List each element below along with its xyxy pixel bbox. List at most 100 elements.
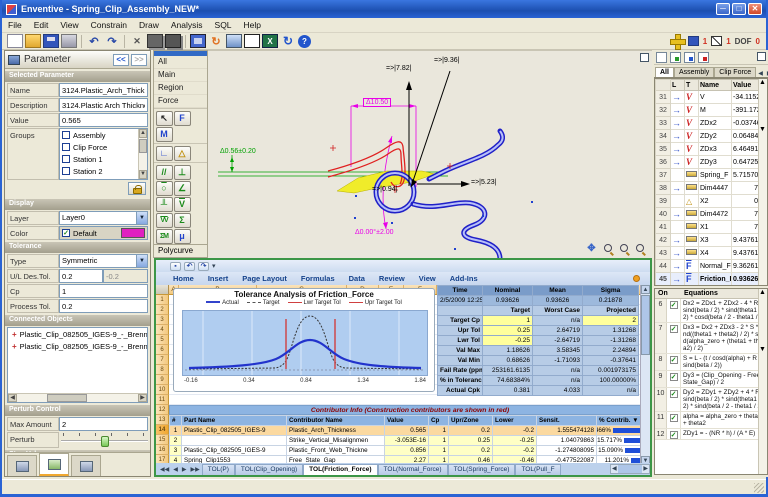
equation-enabled-checkbox[interactable]: ✓ <box>670 431 678 439</box>
chevron-down-icon[interactable]: ▼ <box>136 255 147 267</box>
undo-icon[interactable]: ↶ <box>184 262 195 271</box>
redo-icon[interactable]: ↷ <box>198 262 209 271</box>
sheet-tab[interactable]: TOL(Spring_Force) <box>448 464 516 475</box>
sheet-tab[interactable]: TOL(Friction_Force) <box>303 464 377 475</box>
group-checkbox[interactable] <box>62 167 70 175</box>
ground-tool[interactable]: ╨ <box>156 197 173 212</box>
sheet-tab[interactable]: TOL(Clip_Opening) <box>235 464 303 475</box>
worksheet-grid[interactable]: A B C D E F G H I J <box>156 285 650 465</box>
frame-icon[interactable] <box>244 34 260 48</box>
variable-row[interactable]: 38 Dim4447 7 <box>656 182 760 195</box>
vector-tool[interactable]: V <box>174 197 191 212</box>
group-list-item[interactable]: Station 1 <box>60 153 147 165</box>
connected-objects-scrollbar[interactable]: ◀ ▶ <box>8 393 147 402</box>
col-value[interactable]: Value <box>732 80 760 91</box>
zoom-window-icon[interactable] <box>617 242 630 254</box>
scroll-up-icon[interactable]: ▲ <box>139 129 147 138</box>
ribbon-tab[interactable]: Formulas <box>294 274 342 283</box>
sheet-tab[interactable]: TOL(Normal_Force) <box>378 464 448 475</box>
tab-parameter-view[interactable] <box>39 453 69 476</box>
scroll-up-icon[interactable]: ▲ <box>759 79 767 86</box>
equation-enabled-checkbox[interactable]: ✓ <box>670 390 678 398</box>
angle-tool[interactable]: ∠ <box>174 181 191 196</box>
stats-mean[interactable]: 0.93626 <box>533 296 583 306</box>
menu-file[interactable]: File <box>2 19 28 31</box>
protractor-tool[interactable]: △ <box>174 146 191 161</box>
sheet-horizontal-scrollbar[interactable]: ◀▶ <box>610 464 650 474</box>
ribbon-tab[interactable]: View <box>412 274 443 283</box>
help-icon[interactable] <box>298 35 311 48</box>
contributor-row[interactable]: 1 Plastic_Clip_082505_IGES-9 Plastic_Arc… <box>170 426 651 436</box>
equation-enabled-checkbox[interactable]: ✓ <box>670 356 678 364</box>
maximize-button[interactable]: □ <box>732 3 746 15</box>
variables-scrollbar[interactable]: ▲ ▼ <box>758 79 767 285</box>
name-field[interactable] <box>59 83 148 97</box>
palette-tab-region[interactable]: Region <box>154 82 207 95</box>
row-header[interactable]: 11 <box>156 395 169 405</box>
col-l[interactable]: L <box>671 80 685 91</box>
close-button[interactable]: ✕ <box>748 3 762 15</box>
perpendicular-tool[interactable]: ⊥ <box>174 165 191 180</box>
variable-row[interactable]: 33 ZDx2 -0.03746 <box>656 117 760 130</box>
scroll-right-icon[interactable]: ▶ <box>138 394 147 402</box>
equations-header-label[interactable]: Equations <box>681 289 721 298</box>
force-label-loop[interactable]: =>|0.94| <box>372 186 397 193</box>
pane-maximize-button[interactable] <box>757 52 766 61</box>
move-icon[interactable] <box>670 34 684 48</box>
max-amount-field[interactable] <box>59 417 148 431</box>
palette-tab-all[interactable]: All <box>154 56 207 69</box>
cut-icon[interactable] <box>129 34 145 48</box>
scroll-up-icon[interactable]: ▲ <box>759 289 767 296</box>
select-all-corner[interactable] <box>156 285 169 294</box>
force-label-up[interactable]: =>|7.82| <box>386 65 411 72</box>
tolerance-chart[interactable]: Tolerance Analysis of Friction_Force Act… <box>173 288 435 392</box>
menu-constrain[interactable]: Constrain <box>85 19 133 31</box>
tab-search-view[interactable] <box>71 455 101 476</box>
variable-row[interactable]: 32 M -391.172 <box>656 104 760 117</box>
variable-row[interactable]: 43 X4 9.43761 <box>656 247 760 260</box>
connected-object-item[interactable]: + Plastic_Clip_082505_IGES-9_-_Brenne <box>8 328 147 340</box>
connected-objects-list[interactable]: + Plastic_Clip_082505_IGES-9_-_Brenne + … <box>7 327 148 403</box>
first-sheet-icon[interactable]: ◀◀ <box>158 466 171 473</box>
variable-row[interactable]: 35 ZDx3 6.46491 <box>656 143 760 156</box>
menu-edit[interactable]: Edit <box>28 19 55 31</box>
thickness-dimension[interactable]: Δ0.56±0.20 <box>220 148 256 155</box>
equation-row[interactable]: 8 ✓ S = L - (t / cosd(alpha) + R * sind(… <box>655 354 767 371</box>
ribbon-tab[interactable]: Review <box>372 274 412 283</box>
ribbon-tab[interactable]: Insert <box>201 274 235 283</box>
palette-tab-force[interactable]: Force <box>154 95 207 108</box>
menu-draw[interactable]: Draw <box>133 19 165 31</box>
group-checkbox[interactable] <box>62 155 70 163</box>
row-header[interactable]: 2 <box>156 305 169 315</box>
force-tool[interactable]: F <box>174 111 191 126</box>
color-swatch[interactable] <box>121 228 145 238</box>
variable-row[interactable]: 37 Spring_F 5.71570 <box>656 169 760 182</box>
sum-moments-tool[interactable]: ΣM <box>156 229 173 244</box>
variable-row[interactable]: 41 X1 7 <box>656 221 760 234</box>
save-state-icon[interactable] <box>688 36 699 46</box>
angle-dimension[interactable]: Δ0.00°±2.00 <box>355 229 394 236</box>
scroll-down-icon[interactable]: ▼ <box>759 346 767 353</box>
chevron-down-icon[interactable]: ▼ <box>136 212 147 224</box>
open-icon[interactable] <box>25 34 41 48</box>
moment-tool[interactable]: M <box>156 127 173 142</box>
paste-icon[interactable] <box>165 34 181 48</box>
scroll-up-icon[interactable]: ▲ <box>641 285 650 294</box>
default-color-checkbox[interactable]: ✓ <box>62 229 70 237</box>
tolerance-type-dropdown[interactable]: Symmetric ▼ <box>59 254 148 268</box>
parallel-tool[interactable]: // <box>156 165 173 180</box>
ribbon-tab[interactable]: Data <box>342 274 372 283</box>
row-header[interactable]: 1 <box>156 295 169 305</box>
variable-row[interactable]: 42 X3 9.43761 <box>656 234 760 247</box>
tab-analysis-view[interactable] <box>7 455 37 476</box>
group-list-item[interactable]: Clip Force <box>60 141 147 153</box>
analysis-icon[interactable] <box>190 34 206 48</box>
pane-maximize-button[interactable] <box>640 53 649 62</box>
row-header[interactable]: 7 <box>156 355 169 365</box>
row-header[interactable]: 6 <box>156 345 169 355</box>
qat-more-icon[interactable]: ▾ <box>212 262 216 270</box>
row-header[interactable]: 3 <box>156 315 169 325</box>
pan-icon[interactable] <box>585 242 598 254</box>
variable-row[interactable]: 31 V -34.1152 <box>656 91 760 104</box>
equation-enabled-checkbox[interactable]: ✓ <box>670 414 678 422</box>
